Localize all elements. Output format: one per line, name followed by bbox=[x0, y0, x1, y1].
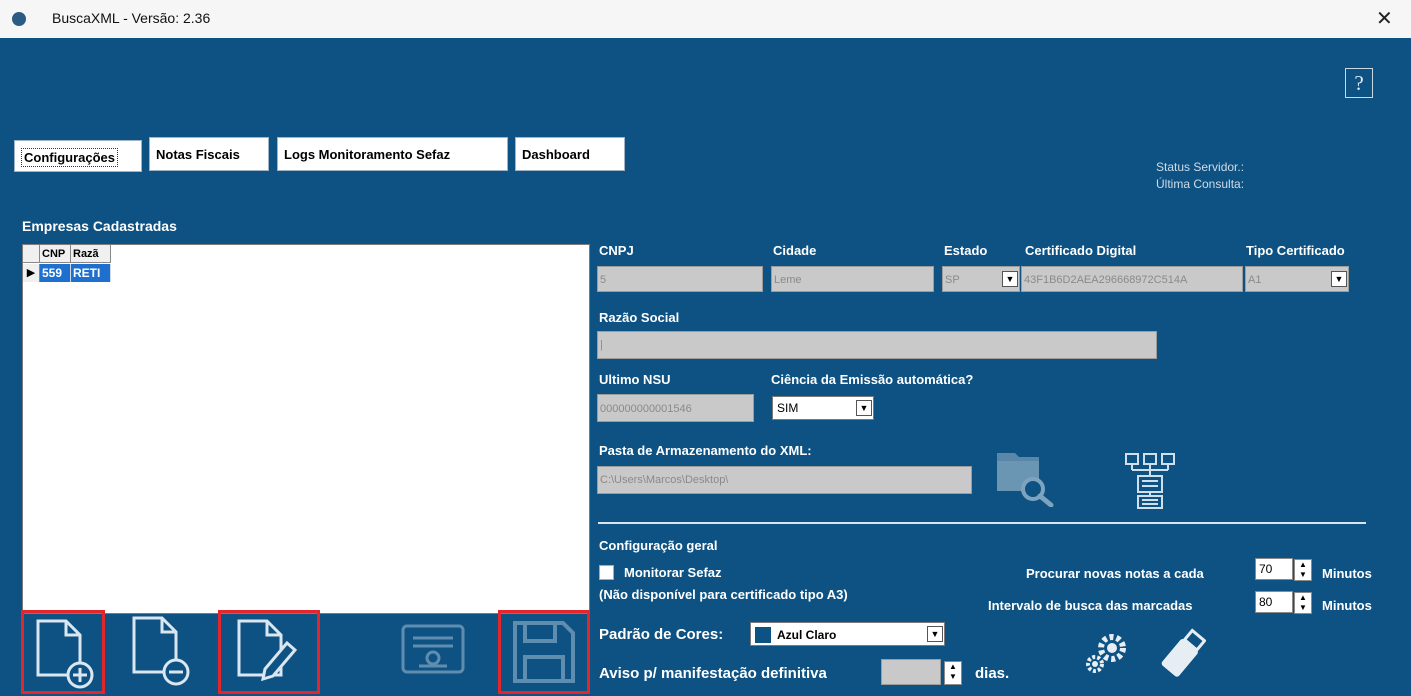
padrao-cores-label: Padrão de Cores: bbox=[599, 626, 724, 643]
usb-icon[interactable] bbox=[1160, 628, 1206, 680]
empresas-cadastradas-title: Empresas Cadastradas bbox=[22, 218, 177, 234]
help-button[interactable]: ? bbox=[1345, 68, 1373, 98]
padrao-cores-select[interactable]: Azul Claro ▼ bbox=[750, 622, 945, 646]
ciencia-label: Ciência da Emissão automática? bbox=[771, 372, 974, 387]
spin-arrows-icon[interactable]: ▲ ▼ bbox=[1294, 559, 1312, 581]
tab-label: Dashboard bbox=[522, 147, 590, 162]
tab-dashboard[interactable]: Dashboard bbox=[515, 137, 625, 171]
tab-label: Logs Monitoramento Sefaz bbox=[284, 147, 451, 162]
cidade-field[interactable]: Leme bbox=[771, 266, 934, 292]
gear-icon[interactable] bbox=[1082, 632, 1132, 676]
tab-configuracoes[interactable]: Configurações bbox=[14, 140, 142, 172]
razao-social-label: Razão Social bbox=[599, 310, 680, 325]
divider bbox=[598, 522, 1366, 524]
certificate-button[interactable] bbox=[395, 612, 479, 696]
status-servidor-label: Status Servidor.: bbox=[1156, 160, 1245, 174]
save-button[interactable] bbox=[498, 610, 590, 694]
chevron-down-icon[interactable]: ▼ bbox=[927, 626, 943, 642]
monitorar-sefaz-checkbox[interactable] bbox=[599, 565, 614, 580]
close-icon[interactable]: ✕ bbox=[1376, 6, 1393, 31]
certificado-label: Certificado Digital bbox=[1025, 243, 1137, 258]
intervalo-label: Intervalo de busca das marcadas bbox=[988, 598, 1193, 613]
tab-label: Notas Fiscais bbox=[156, 147, 240, 162]
procurar-stepper[interactable]: 70 ▲ ▼ bbox=[1255, 558, 1312, 581]
chevron-down-icon[interactable]: ▼ bbox=[1331, 271, 1347, 287]
pasta-field[interactable]: C:\Users\Marcos\Desktop\ bbox=[597, 466, 972, 494]
razao-social-field[interactable]: | bbox=[597, 331, 1157, 359]
cnpj-label: CNPJ bbox=[599, 243, 634, 258]
spin-arrows-icon[interactable]: ▲ ▼ bbox=[944, 661, 962, 685]
estado-select[interactable]: SP ▼ bbox=[942, 266, 1020, 292]
estado-value: SP bbox=[945, 274, 960, 286]
spin-arrows-icon[interactable]: ▲ ▼ bbox=[1294, 592, 1312, 614]
title-bar: BuscaXML - Versão: 2.36 ✕ bbox=[0, 0, 1411, 38]
chevron-down-icon[interactable]: ▼ bbox=[1002, 271, 1018, 287]
remove-document-icon bbox=[132, 616, 190, 686]
add-document-icon bbox=[36, 619, 94, 689]
dias-label: dias. bbox=[975, 665, 1010, 682]
window-title: BuscaXML - Versão: 2.36 bbox=[52, 10, 211, 26]
estado-label: Estado bbox=[944, 243, 988, 258]
ciencia-value: SIM bbox=[777, 401, 799, 415]
nota-a3-label: (Não disponível para certificado tipo A3… bbox=[599, 587, 848, 602]
network-icon[interactable] bbox=[1120, 452, 1184, 510]
cnpj-field[interactable]: 5 bbox=[597, 266, 763, 292]
cidade-label: Cidade bbox=[773, 243, 817, 258]
tipo-certificado-label: Tipo Certificado bbox=[1246, 243, 1345, 258]
certificate-icon bbox=[401, 624, 465, 674]
edit-document-icon bbox=[237, 619, 298, 682]
grid-header-razao[interactable]: Razã bbox=[71, 245, 111, 263]
tab-label: Configurações bbox=[21, 148, 119, 167]
row-indicator: ▶ bbox=[23, 264, 40, 282]
ciencia-select[interactable]: SIM ▼ bbox=[772, 396, 874, 420]
chevron-down-icon[interactable]: ▼ bbox=[856, 400, 872, 416]
ultimo-nsu-field[interactable]: 000000000001546 bbox=[597, 394, 754, 422]
intervalo-stepper[interactable]: 80 ▲ ▼ bbox=[1255, 591, 1312, 614]
remove-company-button[interactable] bbox=[120, 610, 204, 694]
tipo-certificado-select[interactable]: A1 ▼ bbox=[1245, 266, 1349, 292]
add-company-button[interactable] bbox=[21, 610, 105, 694]
aviso-stepper[interactable] bbox=[881, 659, 941, 685]
folder-search-icon[interactable] bbox=[995, 447, 1057, 507]
config-geral-title: Configuração geral bbox=[599, 538, 718, 553]
procurar-value: 70 bbox=[1259, 562, 1273, 576]
edit-company-button[interactable] bbox=[218, 610, 320, 694]
monitorar-sefaz-label: Monitorar Sefaz bbox=[624, 565, 722, 580]
procurar-label: Procurar novas notas a cada bbox=[1026, 566, 1204, 581]
minutos-label-1: Minutos bbox=[1322, 566, 1372, 581]
ultima-consulta-label: Última Consulta: bbox=[1156, 177, 1245, 191]
aviso-label: Aviso p/ manifestação definitiva bbox=[599, 665, 827, 682]
tab-notas-fiscais[interactable]: Notas Fiscais bbox=[149, 137, 269, 171]
pasta-label: Pasta de Armazenamento do XML: bbox=[599, 443, 812, 458]
app-logo-icon bbox=[12, 12, 26, 26]
ultimo-nsu-label: Ultimo NSU bbox=[599, 372, 671, 387]
color-swatch bbox=[755, 626, 771, 643]
table-row-cnpj[interactable]: 559 bbox=[40, 264, 71, 282]
tipo-certificado-value: A1 bbox=[1248, 274, 1262, 286]
minutos-label-2: Minutos bbox=[1322, 598, 1372, 613]
table-row-razao[interactable]: RETI bbox=[71, 264, 111, 282]
save-floppy-icon bbox=[513, 621, 575, 683]
companies-grid[interactable]: CNP Razã ▶ 559 RETI bbox=[22, 244, 590, 614]
tab-logs-monitoramento[interactable]: Logs Monitoramento Sefaz bbox=[277, 137, 508, 171]
padrao-cores-value: Azul Claro bbox=[777, 627, 837, 642]
certificado-field[interactable]: 43F1B6D2AEA296668972C514A bbox=[1021, 266, 1243, 292]
grid-header-cnpj[interactable]: CNP bbox=[40, 245, 71, 263]
grid-corner bbox=[23, 245, 40, 263]
intervalo-value: 80 bbox=[1259, 595, 1273, 609]
